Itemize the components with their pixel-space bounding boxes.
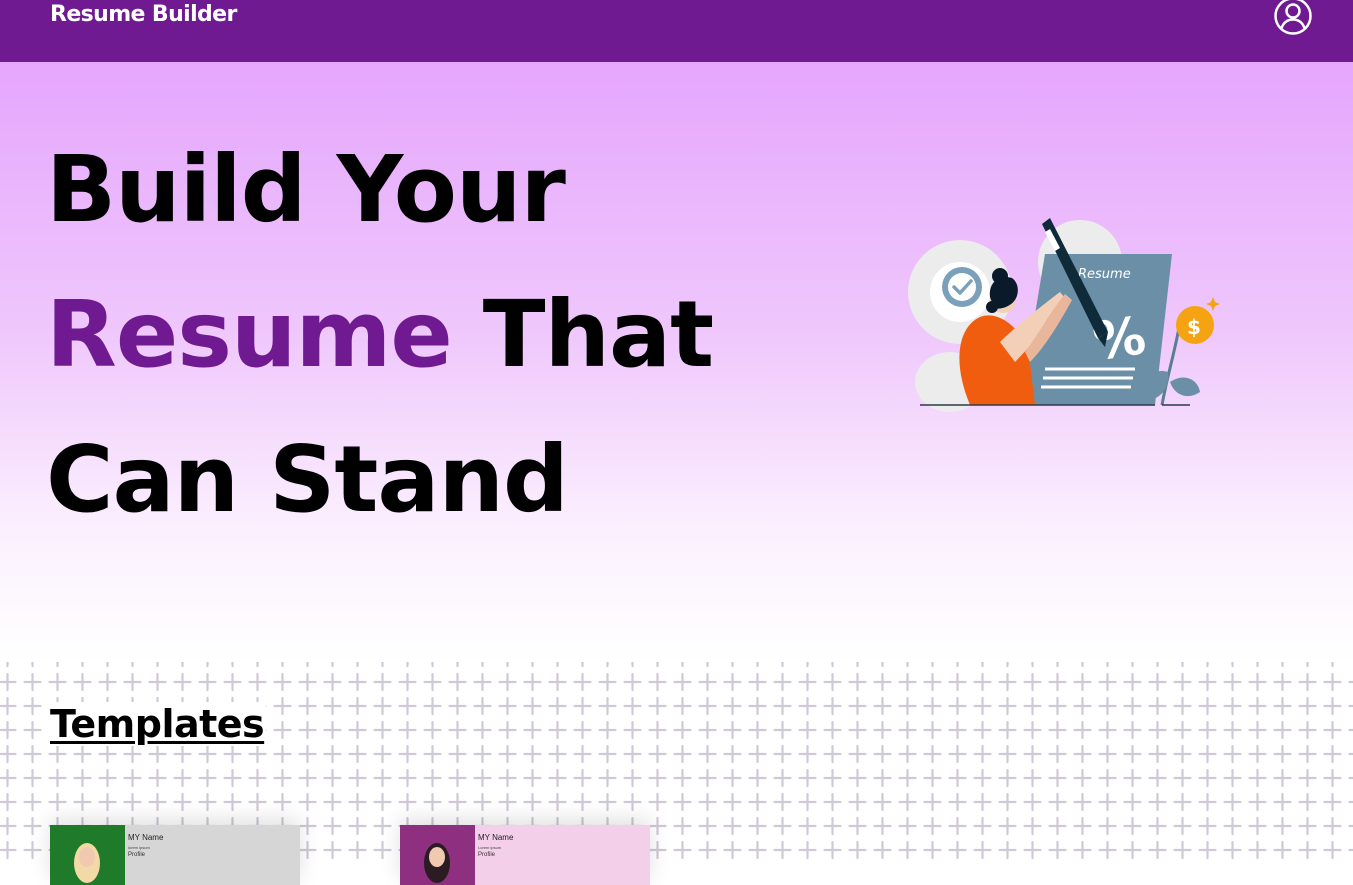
check-icon (942, 267, 982, 307)
template-card-1[interactable]: MY Name lorem ipsum Profile (50, 825, 300, 885)
template-card-body: MY Name Lorem ipsum Profile (475, 825, 650, 885)
template-card-sidebar (400, 825, 475, 885)
hero-heading-line-3: Can Stand (46, 426, 569, 533)
template-card-name: MY Name (128, 833, 164, 842)
dollar-icon: $ (1176, 306, 1214, 344)
hero-section: Build Your Resume That Can Stand Resume … (0, 62, 1353, 662)
template-avatar-face (79, 847, 95, 867)
template-avatar-face (429, 847, 445, 867)
brand-logo[interactable]: Resume Builder (50, 2, 237, 27)
profile-button[interactable] (1273, 0, 1313, 36)
templates-heading: Templates (48, 702, 267, 746)
template-card-body: MY Name lorem ipsum Profile (125, 825, 300, 885)
templates-section: Templates MY Name lorem ipsum Profile MY… (0, 662, 1353, 885)
top-navbar: Resume Builder (0, 0, 1353, 62)
illustration-resume-label: Resume (1078, 267, 1131, 282)
hero-heading-line-2-rest: That (451, 281, 714, 388)
hero-heading-line-2: Resume That (46, 289, 714, 381)
hero-heading-line-1: Build Your (46, 136, 566, 243)
template-card-2[interactable]: MY Name Lorem ipsum Profile (400, 825, 650, 885)
svg-text:$: $ (1187, 315, 1201, 339)
template-card-section: Profile (128, 852, 146, 858)
template-card-subtitle: lorem ipsum (128, 845, 150, 850)
template-card-name: MY Name (478, 833, 514, 842)
template-card-subtitle: Lorem ipsum (478, 845, 502, 850)
hero-heading-accent: Resume (46, 281, 453, 388)
user-circle-icon (1274, 0, 1312, 35)
resume-illustration: Resume % $ (908, 218, 1220, 412)
template-card-sidebar (50, 825, 125, 885)
template-card-section: Profile (478, 852, 496, 858)
